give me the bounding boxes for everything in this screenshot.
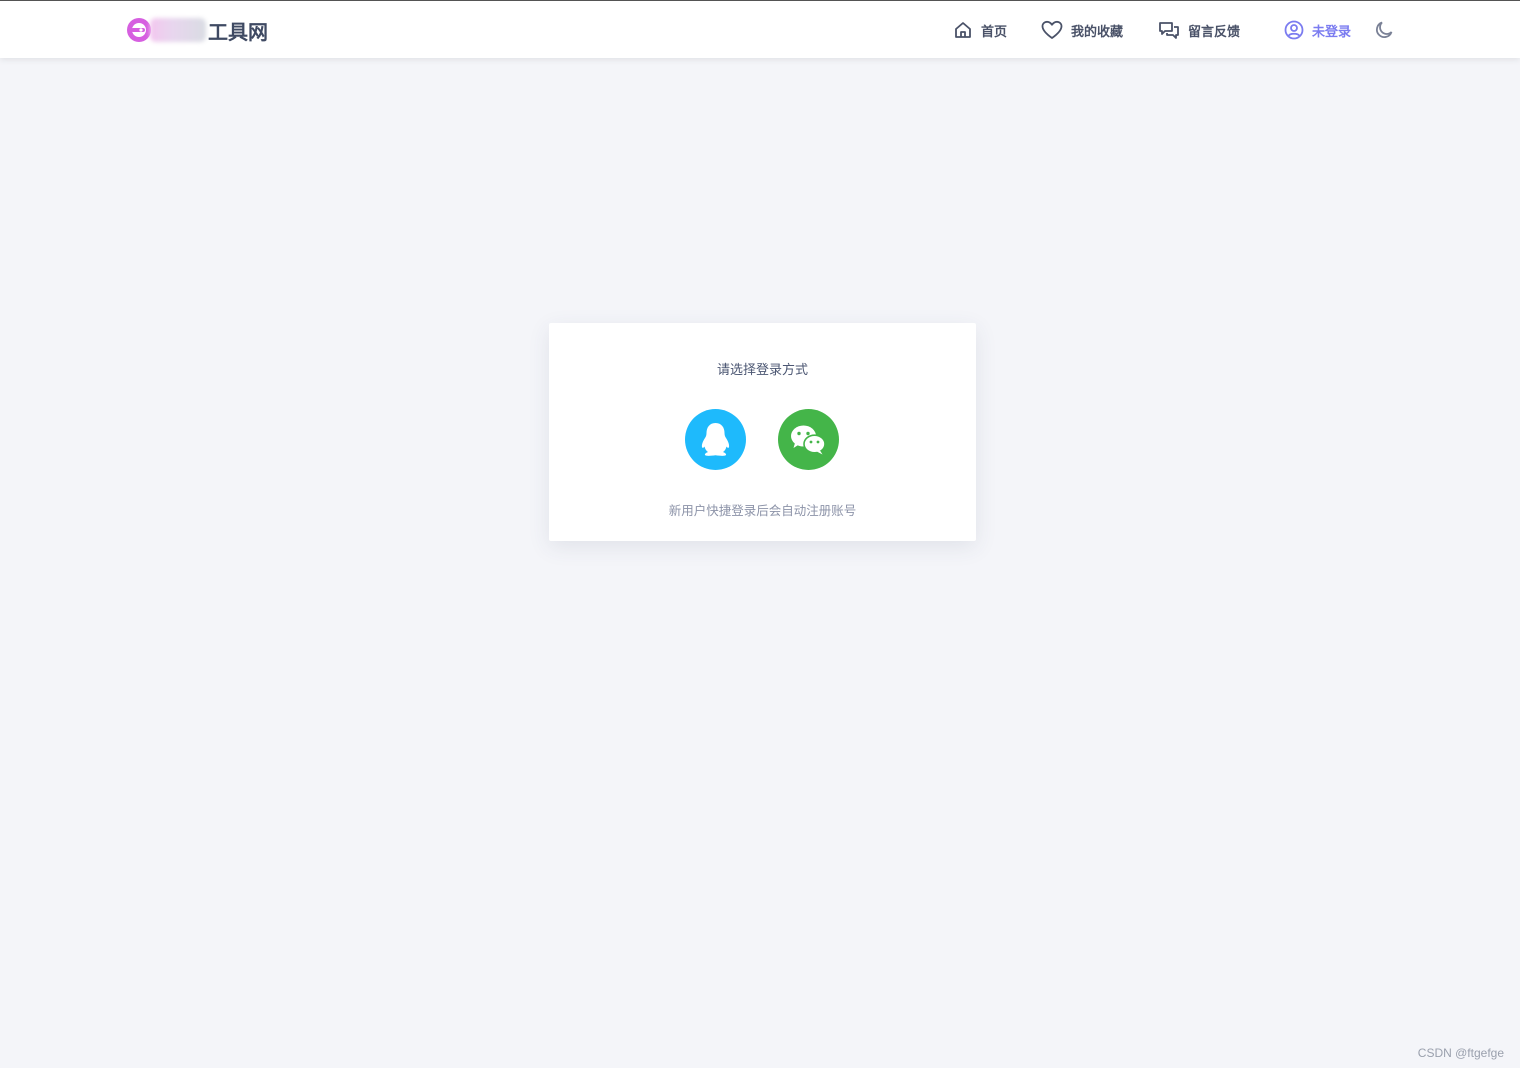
wechat-login-button[interactable] (778, 409, 839, 470)
nav-feedback-label: 留言反馈 (1188, 23, 1241, 39)
login-card: 请选择登录方式 新用户快捷登录后会自动注册账号 (549, 323, 976, 541)
logo-icon (126, 17, 152, 43)
login-card-note: 新用户快捷登录后会自动注册账号 (668, 504, 857, 518)
qq-penguin-icon (685, 423, 746, 474)
wechat-icon (778, 425, 839, 474)
watermark: CSDN @ftgefge (1417, 1046, 1504, 1060)
nav-favorites-label: 我的收藏 (1071, 23, 1124, 39)
nav-favorites[interactable]: 我的收藏 (1041, 16, 1123, 44)
login-card-title: 请选择登录方式 (716, 362, 808, 377)
moon-icon[interactable] (1374, 20, 1394, 40)
nav-home-label: 首页 (981, 23, 1008, 39)
logo-text: 工具网 (208, 21, 268, 44)
nav-login[interactable]: 未登录 (1284, 16, 1351, 44)
site-logo[interactable]: 工具网 (126, 14, 268, 46)
nav-feedback[interactable]: 留言反馈 (1158, 16, 1240, 44)
nav-login-label: 未登录 (1312, 23, 1352, 39)
chat-bubbles-icon (1158, 20, 1180, 40)
logo-blurred-text (150, 18, 206, 42)
home-icon (953, 20, 973, 40)
qq-login-button[interactable] (685, 409, 746, 470)
site-header: 工具网 首页 我的收藏 留言反馈 未登录 (0, 1, 1520, 58)
heart-icon (1041, 20, 1063, 40)
nav-home[interactable]: 首页 (953, 16, 1007, 44)
user-circle-icon (1284, 20, 1304, 40)
